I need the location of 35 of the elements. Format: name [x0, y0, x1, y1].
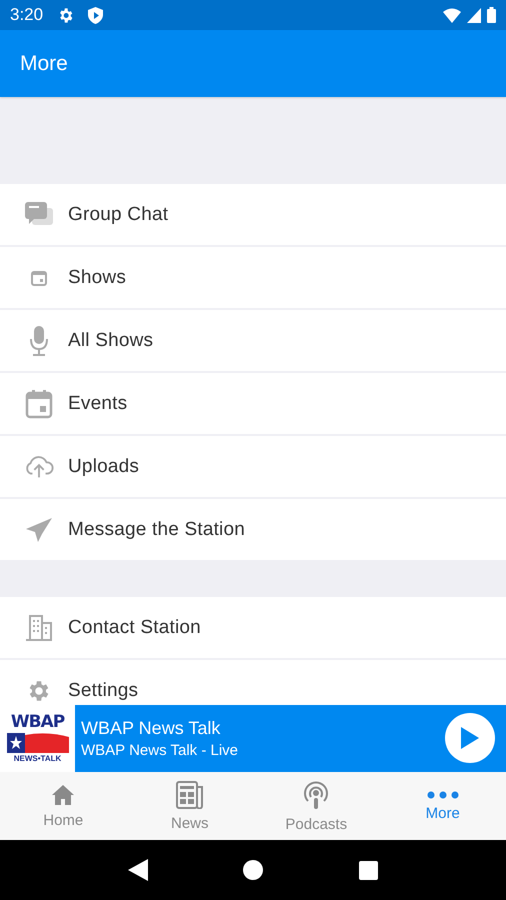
podcast-icon [302, 780, 330, 810]
play-icon [461, 727, 479, 749]
building-icon [25, 614, 53, 640]
home-button[interactable] [243, 860, 264, 880]
status-time: 3:20 [10, 5, 44, 25]
menu-item[interactable]: Settings [0, 660, 506, 705]
menu-item[interactable]: Events [0, 373, 506, 434]
wifi-icon [443, 8, 461, 22]
cell-signal-icon [467, 8, 481, 22]
now-playing-bar[interactable]: WBAP NEWS•TALK WBAP News Talk WBAP News Talk - Live [0, 705, 506, 772]
screen-title: More [20, 52, 68, 76]
calendar-icon [31, 270, 47, 286]
back-button[interactable] [128, 859, 148, 881]
settings-icon [57, 6, 74, 24]
menu-item[interactable]: All Shows [0, 310, 506, 371]
newspaper-icon [174, 780, 205, 808]
station-name: WBAP News Talk [81, 718, 222, 739]
menu-item[interactable]: Shows [0, 247, 506, 308]
menu-item[interactable]: Group Chat [0, 184, 506, 245]
more-dots-icon [426, 790, 459, 798]
menu-item[interactable]: Message the Station [0, 499, 506, 560]
home-icon [51, 784, 76, 806]
battery-icon [487, 7, 496, 23]
microphone-icon [29, 324, 49, 356]
tab[interactable]: More [380, 772, 506, 840]
paper-plane-icon [25, 516, 53, 542]
shield-play-icon [88, 6, 104, 24]
recents-button[interactable] [359, 860, 378, 880]
cloud-upload-icon [24, 454, 54, 478]
menu-item[interactable]: Uploads [0, 436, 506, 497]
calendar-icon [25, 388, 53, 418]
stream-subtitle: WBAP News Talk - Live [81, 742, 239, 759]
menu-item[interactable]: Contact Station [0, 597, 506, 658]
play-button[interactable] [445, 713, 495, 763]
station-logo: WBAP NEWS•TALK [0, 705, 75, 772]
